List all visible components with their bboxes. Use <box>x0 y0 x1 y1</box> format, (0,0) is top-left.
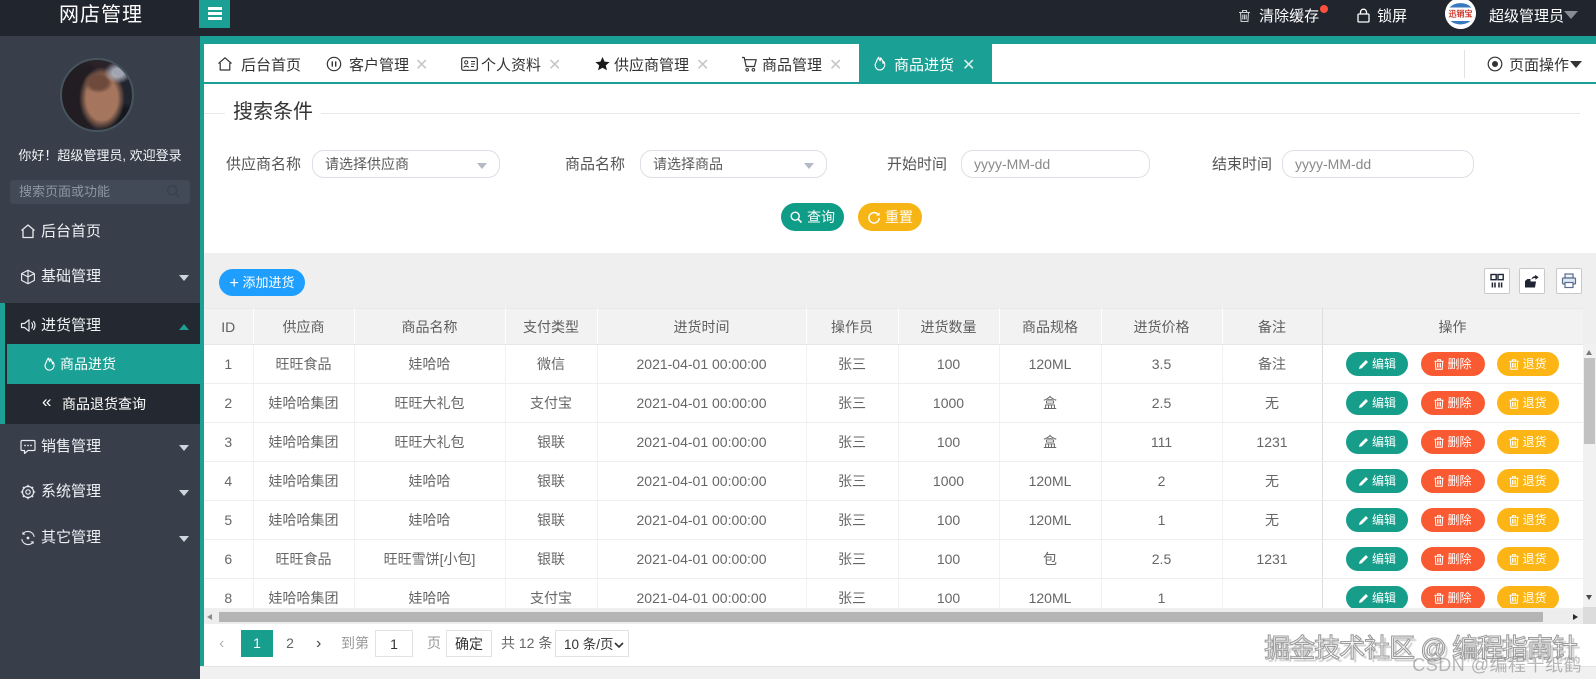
svg-text:迅销宝: 迅销宝 <box>1449 9 1473 19</box>
